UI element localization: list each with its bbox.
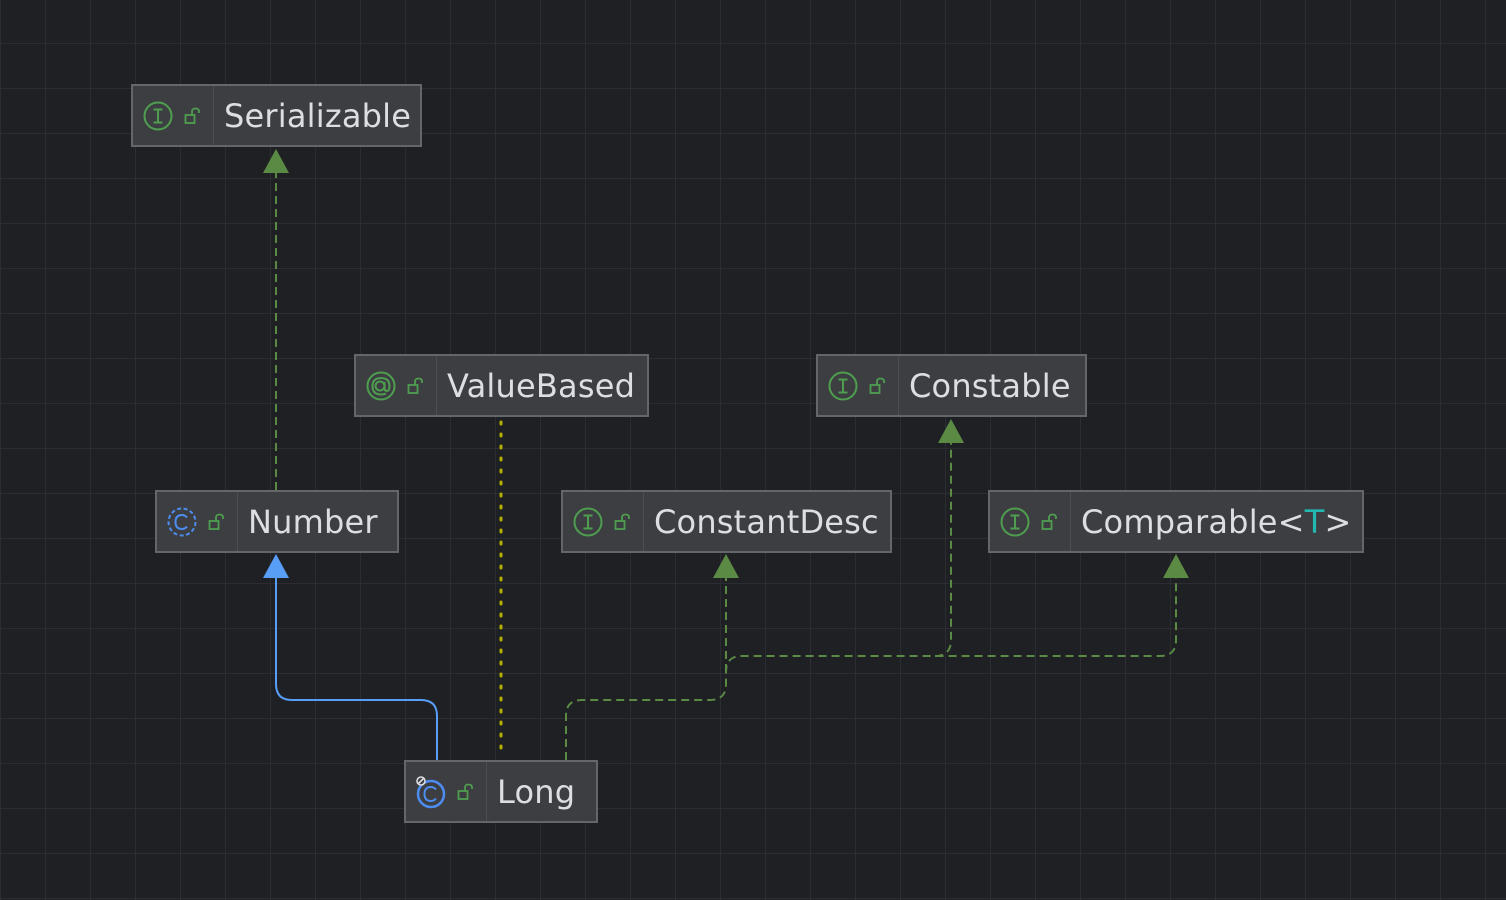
interface-icon [573, 507, 603, 536]
unlocked-icon [208, 513, 224, 530]
node-icons [563, 492, 644, 551]
interface-icon [1000, 507, 1030, 536]
final-class-icon [416, 775, 446, 808]
edge-long-number [275, 576, 438, 760]
node-label: Number [248, 502, 378, 541]
node-label: Long [497, 772, 576, 811]
node-icons [406, 762, 487, 821]
arrowhead-constantdesc [713, 554, 739, 578]
node-label: Constable [909, 366, 1071, 405]
unlocked-icon [614, 513, 630, 530]
node-icons [356, 356, 437, 415]
type-parameter: T [1304, 502, 1325, 541]
arrowhead-serializable [263, 149, 289, 173]
node-long[interactable]: Long [404, 760, 598, 823]
node-constable[interactable]: Constable [816, 354, 1087, 417]
node-icons [818, 356, 899, 415]
interface-icon [828, 371, 858, 400]
node-valuebased[interactable]: ValueBased [354, 354, 649, 417]
annotation-icon [366, 371, 396, 400]
node-serializable[interactable]: Serializable [131, 84, 422, 147]
interface-icon [143, 101, 173, 130]
abstract-class-icon [167, 507, 197, 536]
unlocked-icon [869, 377, 885, 394]
unlocked-icon [184, 107, 200, 124]
node-constantdesc[interactable]: ConstantDesc [561, 490, 892, 553]
arrowhead-comparable [1163, 554, 1189, 578]
node-label: Serializable [224, 96, 412, 135]
node-label-name: Comparable< [1081, 502, 1305, 541]
node-comparable[interactable]: Comparable<T> [988, 490, 1364, 553]
edge-long-constable [934, 442, 952, 657]
arrowhead-number [263, 554, 289, 578]
node-number[interactable]: Number [155, 490, 399, 553]
node-icons [157, 492, 238, 551]
node-label: ValueBased [447, 366, 636, 405]
node-label: Comparable<T> [1071, 503, 1365, 541]
edge-long-interfaces [565, 576, 1177, 760]
node-icons [990, 492, 1071, 551]
node-icons [133, 86, 214, 145]
unlocked-icon [407, 377, 423, 394]
unlocked-icon [1041, 513, 1057, 530]
arrowhead-constable [938, 419, 964, 443]
diagram-canvas: Serializable ValueBased Constable Number… [0, 0, 1506, 900]
node-label-suffix: > [1324, 502, 1352, 541]
node-label: ConstantDesc [654, 502, 879, 541]
unlocked-icon [457, 783, 473, 800]
